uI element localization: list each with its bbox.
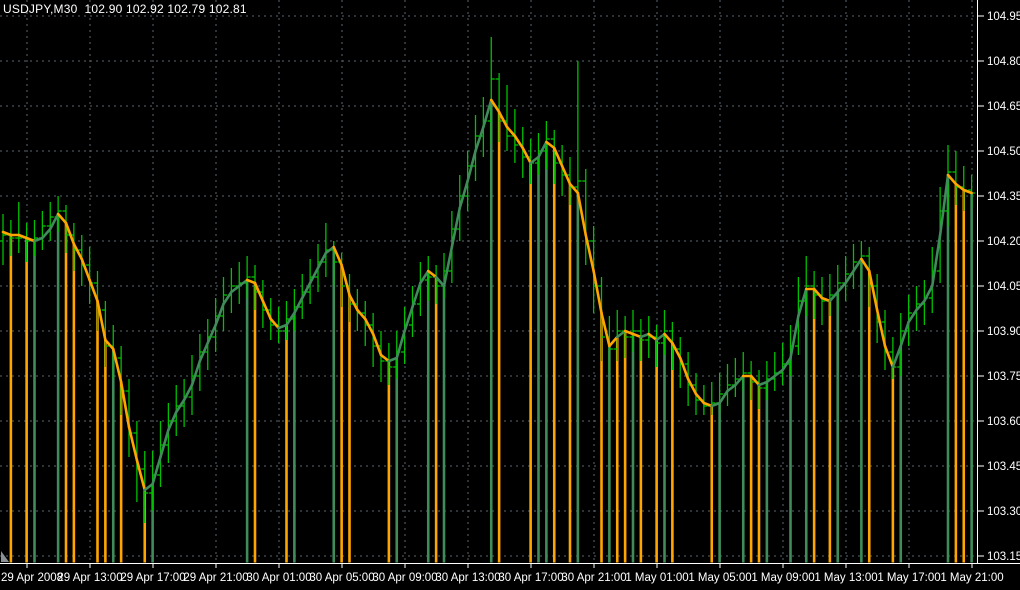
svg-text:103.60: 103.60 bbox=[987, 416, 1020, 428]
svg-text:104.80: 104.80 bbox=[987, 56, 1020, 68]
svg-text:30 Apr 01:00: 30 Apr 01:00 bbox=[246, 572, 311, 584]
svg-text:1 May 17:00: 1 May 17:00 bbox=[877, 572, 940, 584]
svg-text:29 Apr 21:00: 29 Apr 21:00 bbox=[183, 572, 248, 584]
svg-text:30 Apr 09:00: 30 Apr 09:00 bbox=[372, 572, 437, 584]
svg-text:1 May 05:00: 1 May 05:00 bbox=[688, 572, 751, 584]
svg-text:103.45: 103.45 bbox=[987, 461, 1020, 473]
svg-text:103.75: 103.75 bbox=[987, 371, 1020, 383]
chart-canvas[interactable]: 104.95 104.80 104.65 104.50 104.35 104.20 104.… bbox=[0, 0, 1020, 590]
svg-text:103.15: 103.15 bbox=[987, 551, 1020, 563]
svg-text:104.65: 104.65 bbox=[987, 101, 1020, 113]
svg-text:103.30: 103.30 bbox=[987, 506, 1020, 518]
svg-text:104.20: 104.20 bbox=[987, 236, 1020, 248]
svg-text:30 Apr 13:00: 30 Apr 13:00 bbox=[435, 572, 500, 584]
svg-text:1 May 01:00: 1 May 01:00 bbox=[625, 572, 688, 584]
svg-text:30 Apr 17:00: 30 Apr 17:00 bbox=[498, 572, 563, 584]
chart-window: 104.95 104.80 104.65 104.50 104.35 104.20 104.… bbox=[0, 0, 1020, 590]
svg-text:29 Apr 17:00: 29 Apr 17:00 bbox=[120, 572, 185, 584]
svg-text:30 Apr 21:00: 30 Apr 21:00 bbox=[561, 572, 626, 584]
svg-text:29 Apr 2008: 29 Apr 2008 bbox=[1, 572, 63, 584]
svg-text:1 May 13:00: 1 May 13:00 bbox=[814, 572, 877, 584]
svg-text:104.50: 104.50 bbox=[987, 146, 1020, 158]
svg-text:104.05: 104.05 bbox=[987, 281, 1020, 293]
chart-title-ohlc: USDJPY,M30 102.90 102.92 102.79 102.81 bbox=[3, 2, 247, 16]
svg-text:1 May 21:00: 1 May 21:00 bbox=[940, 572, 1003, 584]
svg-text:1 May 09:00: 1 May 09:00 bbox=[751, 572, 814, 584]
svg-text:104.35: 104.35 bbox=[987, 191, 1020, 203]
svg-text:29 Apr 13:00: 29 Apr 13:00 bbox=[57, 572, 122, 584]
svg-text:104.95: 104.95 bbox=[987, 11, 1020, 23]
svg-text:103.90: 103.90 bbox=[987, 326, 1020, 338]
svg-text:30 Apr 05:00: 30 Apr 05:00 bbox=[309, 572, 374, 584]
